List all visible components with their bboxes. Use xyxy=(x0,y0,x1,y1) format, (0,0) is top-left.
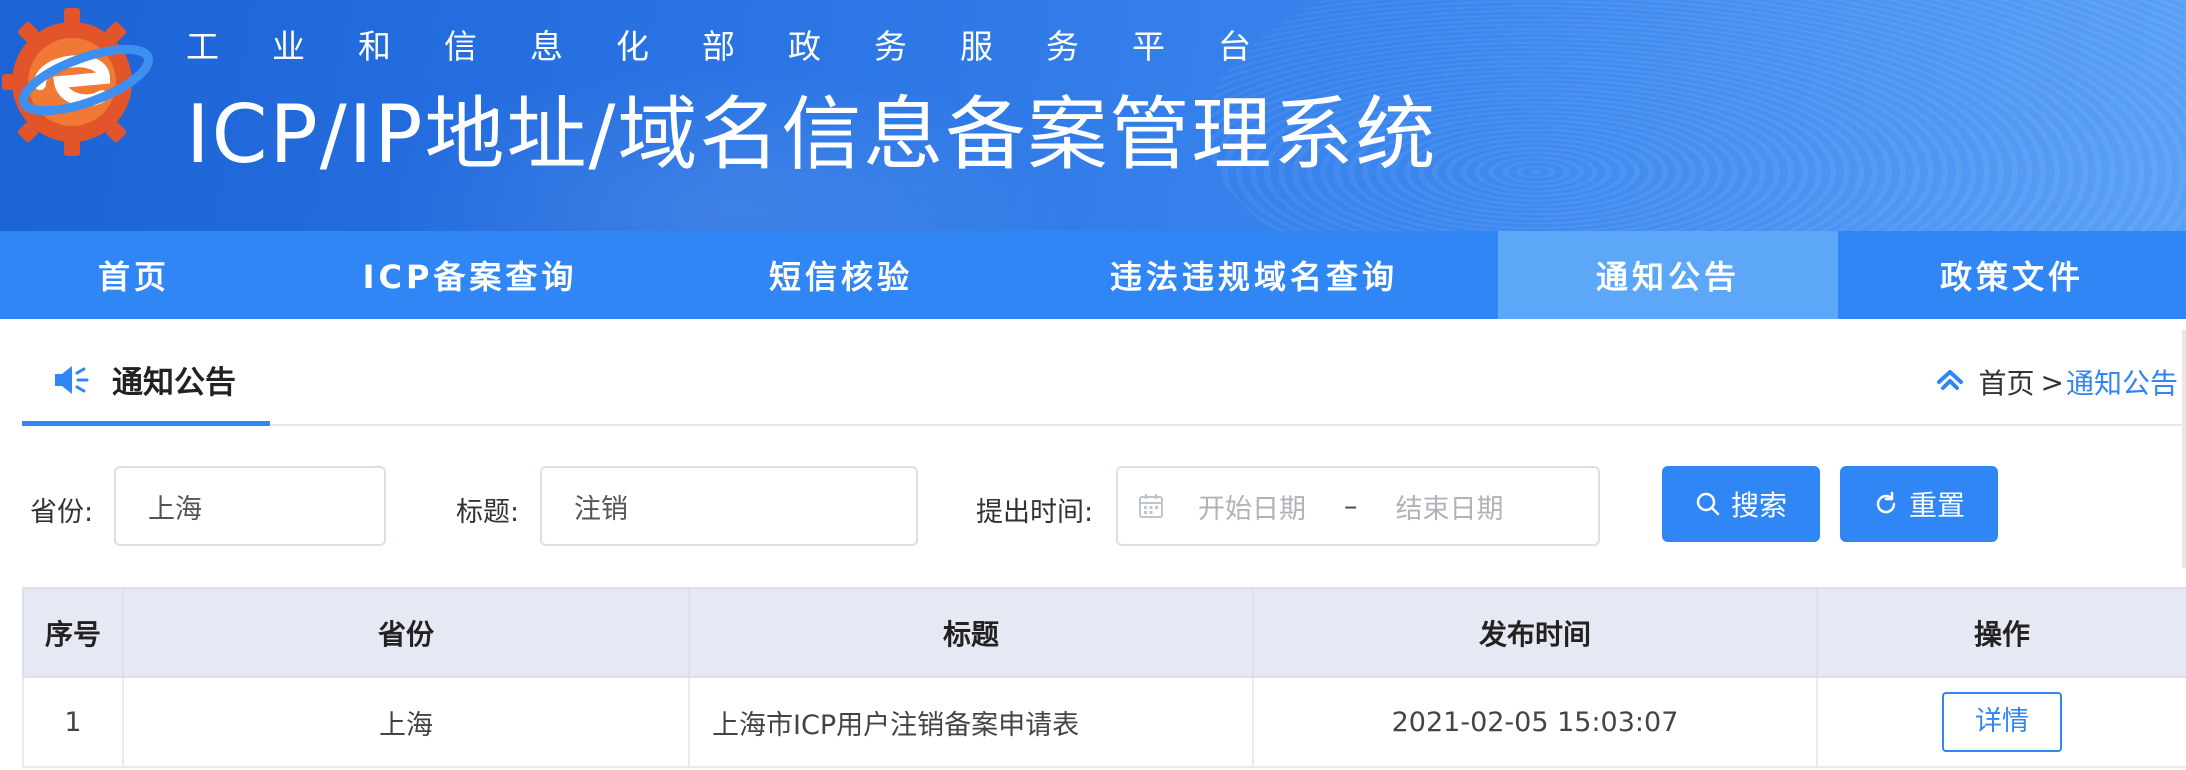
title-label: 标题: xyxy=(456,497,520,528)
start-date-input[interactable]: 开始日期 xyxy=(1198,487,1306,526)
cell-action: 详情 xyxy=(1816,676,2186,768)
cell-index: 1 xyxy=(22,676,124,768)
speaker-icon xyxy=(55,365,89,394)
platform-subtitle: 工业和信息化部政务服务平台 xyxy=(186,27,1304,66)
detail-button[interactable]: 详情 xyxy=(1942,692,2062,752)
nav-item-icp-query[interactable]: ICP备案查询 xyxy=(268,231,672,319)
cell-title: 上海市ICP用户注销备案申请表 xyxy=(688,676,1254,768)
refresh-icon xyxy=(1876,491,1896,514)
main-nav: 首页 ICP备案查询 短信核验 违法违规域名查询 通知公告 政策文件 xyxy=(0,231,2186,319)
home-icon xyxy=(1936,370,1963,390)
search-button-label: 搜索 xyxy=(1730,489,1787,522)
column-header-title: 标题 xyxy=(688,587,1254,678)
title-input[interactable]: 注销 xyxy=(540,466,918,546)
reset-button-label: 重置 xyxy=(1908,489,1965,522)
search-button[interactable]: 搜索 xyxy=(1662,466,1820,542)
cell-published: 2021-02-05 15:03:07 xyxy=(1252,676,1818,768)
date-range-separator: – xyxy=(1344,490,1358,522)
breadcrumb-current: 通知公告 xyxy=(2065,367,2178,400)
nav-item-home[interactable]: 首页 xyxy=(0,231,268,319)
header-banner: 工业和信息化部政务服务平台 ICP/IP地址/域名信息备案管理系统 xyxy=(0,0,2186,231)
reset-button[interactable]: 重置 xyxy=(1840,466,1998,542)
column-header-index: 序号 xyxy=(22,587,124,678)
breadcrumb-separator: > xyxy=(2040,365,2064,399)
breadcrumb-home[interactable]: 首页 xyxy=(1979,362,2035,402)
system-title: ICP/IP地址/域名信息备案管理系统 xyxy=(186,88,1438,181)
cell-province: 上海 xyxy=(122,676,690,768)
search-icon xyxy=(1696,492,1720,516)
column-header-published: 发布时间 xyxy=(1252,587,1818,678)
province-select[interactable]: 上海 xyxy=(114,466,386,546)
section-tab[interactable]: 通知公告 xyxy=(22,338,270,426)
table-header-row: 序号 省份 标题 发布时间 操作 xyxy=(22,587,2186,678)
section-header: 通知公告 首页 > 通知公告 xyxy=(22,338,2186,426)
calendar-icon xyxy=(1139,494,1163,518)
nav-item-sms-verify[interactable]: 短信核验 xyxy=(672,231,1010,319)
nav-item-policy-docs[interactable]: 政策文件 xyxy=(1838,231,2186,319)
section-title: 通知公告 xyxy=(112,365,236,401)
end-date-input[interactable]: 结束日期 xyxy=(1396,487,1504,526)
scrollbar-track[interactable] xyxy=(2182,330,2186,568)
breadcrumb: 首页 > 通知公告 xyxy=(1935,362,2178,402)
nav-item-illegal-domain-query[interactable]: 违法违规域名查询 xyxy=(1010,231,1498,319)
date-range-picker[interactable]: 开始日期 – 结束日期 xyxy=(1116,466,1600,546)
column-header-province: 省份 xyxy=(122,587,690,678)
nav-item-notices[interactable]: 通知公告 xyxy=(1498,231,1838,319)
miit-logo-icon xyxy=(2,8,153,156)
section-divider xyxy=(22,424,2186,426)
notices-table: 序号 省份 标题 发布时间 操作 1 上海 上海市ICP用户注销备案申请表 20… xyxy=(22,587,2186,768)
column-header-action: 操作 xyxy=(1816,587,2186,678)
time-label: 提出时间: xyxy=(976,497,1094,528)
province-label: 省份: xyxy=(30,497,94,528)
table-row: 1 上海 上海市ICP用户注销备案申请表 2021-02-05 15:03:07… xyxy=(22,676,2186,768)
